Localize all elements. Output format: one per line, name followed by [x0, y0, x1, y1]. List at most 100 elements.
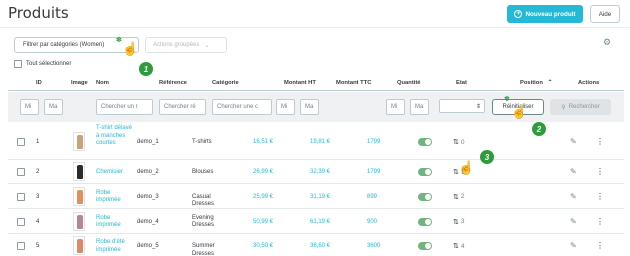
reference-search-input[interactable]: Chercher ré	[159, 99, 206, 115]
edit-icon[interactable]: ✎	[570, 167, 577, 176]
row-checkbox[interactable]	[17, 138, 25, 146]
price-min-input[interactable]: Mi	[276, 99, 295, 115]
more-actions-icon[interactable]: ⋮	[596, 217, 604, 226]
product-quantity[interactable]: 1799	[367, 139, 380, 145]
product-quantity[interactable]: 900	[367, 219, 377, 225]
search-button[interactable]: ⚲ Rechercher	[550, 99, 611, 115]
product-category: Blouses	[192, 169, 214, 175]
product-name-link[interactable]: Robe d'été imprimée	[96, 239, 132, 254]
column-header-actions: Actions	[578, 80, 600, 86]
new-product-label: Nouveau produit	[525, 10, 576, 18]
column-header-reference[interactable]: Référence	[159, 80, 187, 86]
gear-icon[interactable]: ⚙	[603, 37, 611, 48]
product-quantity[interactable]: 899	[367, 194, 377, 200]
new-product-button[interactable]: + Nouveau produit	[507, 5, 583, 23]
sort-arrows-icon: ⇅	[453, 218, 459, 226]
name-search-input[interactable]: Chercher un r	[96, 99, 153, 115]
column-header-position[interactable]: Position ⌃	[520, 80, 552, 86]
column-header-quantity[interactable]: Quantité	[397, 80, 421, 86]
product-price-ttc[interactable]: 31,19 €	[310, 194, 330, 200]
edit-icon[interactable]: ✎	[570, 137, 577, 146]
product-name-link[interactable]: T-shirt délavé à manches courtes	[96, 125, 132, 148]
column-header-category[interactable]: Catégorie	[212, 80, 239, 86]
product-price-ht[interactable]: 30,50 €	[253, 243, 273, 249]
product-quantity[interactable]: 1799	[367, 169, 380, 175]
position-value: 3	[460, 218, 465, 225]
product-price-ttc[interactable]: 61,19 €	[310, 219, 330, 225]
product-reference: demo_3	[137, 193, 159, 200]
product-thumbnail	[73, 211, 85, 231]
product-name-link[interactable]: Robe imprimée	[96, 215, 132, 230]
status-toggle[interactable]	[418, 168, 432, 176]
help-button[interactable]: Aide	[590, 5, 620, 23]
column-header-status[interactable]: Etat	[456, 80, 467, 86]
id-max-input[interactable]: Ma	[44, 99, 63, 115]
header-divider	[0, 27, 630, 28]
product-name-link[interactable]: Chemisier	[96, 169, 132, 177]
status-toggle[interactable]	[418, 242, 432, 250]
more-actions-icon[interactable]: ⋮	[596, 192, 604, 201]
product-price-ttc[interactable]: 36,60 €	[310, 243, 330, 249]
position-value: 4	[460, 242, 465, 250]
plus-circle-icon: +	[514, 10, 523, 18]
bulk-actions-label: Actions groupées	[153, 42, 200, 48]
product-name-link[interactable]: Robe imprimée	[96, 190, 132, 205]
row-checkbox[interactable]	[17, 217, 25, 226]
product-price-ht[interactable]: 16,51 €	[253, 139, 273, 145]
position-drag-handle[interactable]: ⇅ 2	[453, 193, 465, 201]
more-actions-icon[interactable]: ⋮	[596, 241, 604, 250]
quantity-min-input[interactable]: Mi	[386, 99, 405, 115]
sort-up-icon: ⌃	[547, 80, 553, 86]
status-toggle[interactable]	[418, 192, 432, 201]
edit-icon[interactable]: ✎	[570, 217, 577, 226]
marker-2: 2	[532, 122, 546, 136]
select-all-checkbox[interactable]	[14, 60, 22, 68]
chevron-down-icon: ⌄	[204, 42, 210, 49]
position-drag-handle[interactable]: ⇅ 4	[453, 242, 465, 251]
product-reference: demo_1	[137, 139, 159, 145]
category-search-input[interactable]: Chercher une c	[212, 99, 272, 115]
edit-icon[interactable]: ✎	[570, 192, 577, 201]
product-quantity[interactable]: 3600	[367, 243, 380, 249]
product-id: 1	[36, 139, 40, 145]
price-max-input[interactable]: Ma	[300, 99, 319, 115]
select-all[interactable]: Tout sélectionner	[14, 60, 71, 68]
search-icon: ⚲	[561, 104, 566, 111]
position-drag-handle[interactable]: ⇅ 3	[453, 218, 465, 226]
more-actions-icon[interactable]: ⋮	[596, 137, 604, 146]
row-checkbox[interactable]	[17, 168, 25, 176]
product-price-ht[interactable]: 50,99 €	[253, 219, 273, 225]
marker-1: 1	[139, 62, 153, 76]
column-header-price-ht[interactable]: Montant HT	[284, 80, 316, 86]
page-title: Produits	[8, 4, 69, 22]
id-min-input[interactable]: Mi	[20, 99, 39, 115]
column-header-image: Image	[71, 80, 88, 86]
product-price-ht[interactable]: 25,99 €	[253, 194, 273, 200]
product-price-ttc[interactable]: 32,39 €	[310, 169, 330, 175]
select-all-label: Tout sélectionner	[26, 61, 72, 67]
column-header-name[interactable]: Nom	[96, 80, 109, 86]
status-filter-select[interactable]: ⇕	[439, 99, 485, 113]
product-price-ht[interactable]: 26,99 €	[253, 169, 273, 175]
status-toggle[interactable]	[418, 217, 432, 226]
column-header-id[interactable]: ID	[36, 80, 42, 86]
product-category: Evening Dresses	[192, 214, 215, 229]
more-actions-icon[interactable]: ⋮	[596, 167, 604, 176]
product-price-ttc[interactable]: 19,81 €	[310, 139, 330, 145]
product-id: 3	[36, 193, 40, 200]
position-drag-handle[interactable]: ⇅ 1	[453, 168, 465, 177]
status-toggle[interactable]	[418, 138, 432, 146]
edit-icon[interactable]: ✎	[570, 241, 577, 250]
product-reference: demo_4	[137, 218, 159, 225]
sort-arrows-icon: ⇅	[453, 243, 459, 250]
row-checkbox[interactable]	[17, 242, 25, 250]
product-category: Summer Dresses	[192, 243, 215, 256]
product-category: T-shirts	[192, 139, 212, 145]
pointing-hand-icon: ☝	[511, 104, 528, 119]
column-header-price-ttc[interactable]: Montant TTC	[336, 80, 371, 86]
position-drag-handle[interactable]: ⇅ 0	[453, 138, 465, 147]
quantity-max-input[interactable]: Ma	[410, 99, 429, 115]
row-checkbox[interactable]	[17, 192, 25, 201]
position-label: Position	[520, 80, 543, 86]
bulk-actions-dropdown[interactable]: Actions groupées ⌄	[145, 37, 227, 53]
